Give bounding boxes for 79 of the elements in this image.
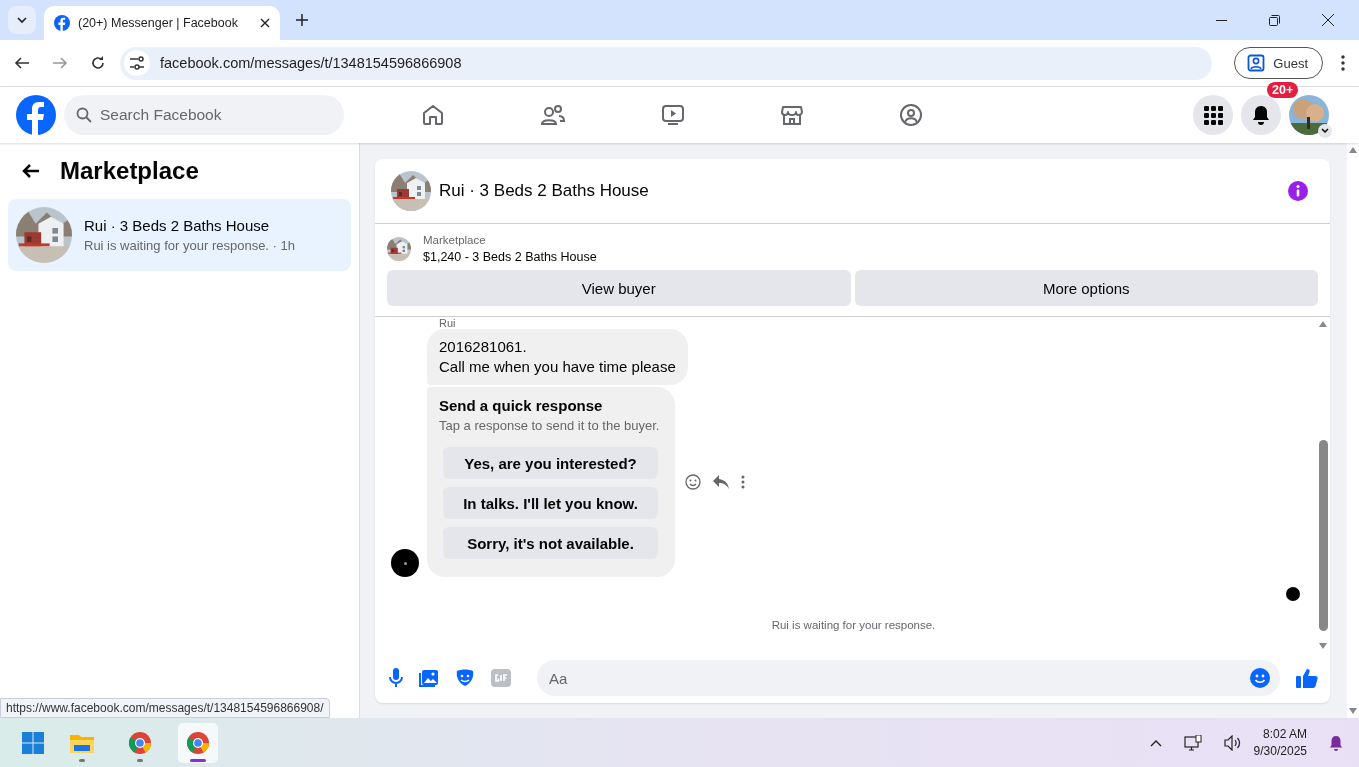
status-url: https://www.facebook.com/messages/t/1348154596866908/ (0, 698, 330, 718)
emoji-icon[interactable] (1250, 668, 1270, 688)
quick-response-button[interactable]: In talks. I'll let you know. (443, 487, 658, 519)
address-bar[interactable]: facebook.com/messages/t/1348154596866908 (120, 46, 1213, 80)
video-icon[interactable] (661, 103, 685, 127)
restore-icon[interactable] (1269, 14, 1280, 26)
groups-icon[interactable] (899, 103, 923, 127)
chrome-app[interactable] (178, 722, 218, 763)
chrome-icon (128, 730, 152, 755)
sticker-icon[interactable] (455, 668, 475, 688)
profile-button[interactable]: Guest (1234, 47, 1323, 79)
quick-response-button[interactable]: Yes, are you interested? (443, 447, 658, 479)
browser-tab[interactable]: (20+) Messenger | Facebook (44, 6, 280, 40)
message-field[interactable]: Aa (537, 660, 1280, 696)
conversation-item[interactable]: Rui · 3 Beds 2 Baths House Rui is waiting for your response. · 1h (8, 199, 351, 271)
more-icon[interactable] (1341, 55, 1345, 71)
scroll-up-icon[interactable] (1349, 147, 1357, 153)
close-icon[interactable] (1322, 14, 1334, 26)
sidebar-title: Marketplace (60, 157, 199, 185)
tab-title: (20+) Messenger | Facebook (78, 16, 239, 30)
scroll-up-icon[interactable] (1319, 321, 1327, 327)
folder-icon (70, 732, 94, 753)
chrome-icon (186, 730, 210, 755)
sender-avatar (391, 549, 419, 577)
message-text: 2016281061. (439, 337, 528, 357)
home-icon[interactable] (421, 103, 445, 127)
person-icon (1247, 54, 1266, 72)
new-tab-icon[interactable] (296, 14, 308, 26)
speaker-icon[interactable] (1223, 734, 1242, 751)
reload-icon[interactable] (90, 55, 106, 71)
message-text: Call me when you have time please (439, 357, 676, 377)
chevron-icon[interactable] (1318, 124, 1332, 138)
scrollbar-thumb[interactable] (1318, 440, 1328, 631)
search-field[interactable]: Search Facebook (64, 95, 344, 135)
scroll-down-icon[interactable] (1349, 708, 1357, 714)
windows-start-icon[interactable] (22, 731, 44, 754)
clock-date[interactable]: 9/30/2025 (1253, 744, 1307, 758)
close-icon[interactable] (260, 18, 270, 28)
tab-search-button[interactable] (8, 6, 36, 34)
scroll-down-icon[interactable] (1319, 643, 1327, 649)
action-button[interactable]: More options (854, 270, 1318, 306)
chevron-icon (16, 14, 28, 26)
conversation-preview: Rui is waiting for your response. · 1h (84, 238, 295, 253)
network-icon[interactable] (1183, 734, 1202, 751)
bell-icon[interactable] (1329, 734, 1343, 751)
clock-time[interactable]: 8:02 AM (1262, 727, 1307, 741)
notifications-button[interactable] (1241, 95, 1281, 135)
action-button[interactable]: View buyer (387, 270, 851, 306)
chevron-up-icon[interactable] (1149, 738, 1162, 747)
chat-title: Rui · 3 Beds 2 Baths House (439, 181, 650, 201)
thumbs-up-icon[interactable] (1296, 668, 1318, 688)
status-text: Rui is waiting for your response. (770, 619, 937, 631)
quick-response-subtitle: Tap a response to send it to the buyer. (439, 418, 660, 433)
image-icon[interactable] (419, 668, 439, 688)
back-icon[interactable] (14, 55, 30, 71)
site-info-icon[interactable] (124, 50, 150, 76)
microphone-icon[interactable] (389, 668, 403, 688)
sender-name: Rui (439, 317, 457, 329)
emoji-icon[interactable] (685, 474, 702, 490)
people-icon[interactable] (540, 103, 566, 127)
quick-response-title: Send a quick response (439, 397, 604, 414)
url-text: facebook.com/messages/t/1348154596866908 (160, 55, 462, 71)
bell-icon (1251, 105, 1271, 125)
back-icon[interactable] (22, 163, 40, 179)
conversation-name: Rui · 3 Beds 2 Baths House (84, 217, 271, 234)
forward-icon[interactable] (52, 55, 68, 71)
notification-badge: 20+ (1267, 82, 1299, 98)
facebook-logo-icon (54, 15, 70, 31)
info-icon[interactable] (1288, 181, 1308, 201)
listing-title: $1,240 - 3 Beds 2 Baths House (423, 250, 597, 264)
facebook-logo-icon[interactable] (16, 95, 56, 135)
reply-icon[interactable] (713, 475, 730, 489)
menu-button[interactable] (1193, 95, 1233, 135)
more-icon[interactable] (741, 475, 746, 489)
grid-icon (1203, 105, 1223, 125)
seen-indicator (1286, 587, 1300, 601)
quick-response-button[interactable]: Sorry, it's not available. (443, 527, 658, 559)
listing-label: Marketplace (423, 234, 487, 246)
store-icon[interactable] (780, 103, 804, 127)
